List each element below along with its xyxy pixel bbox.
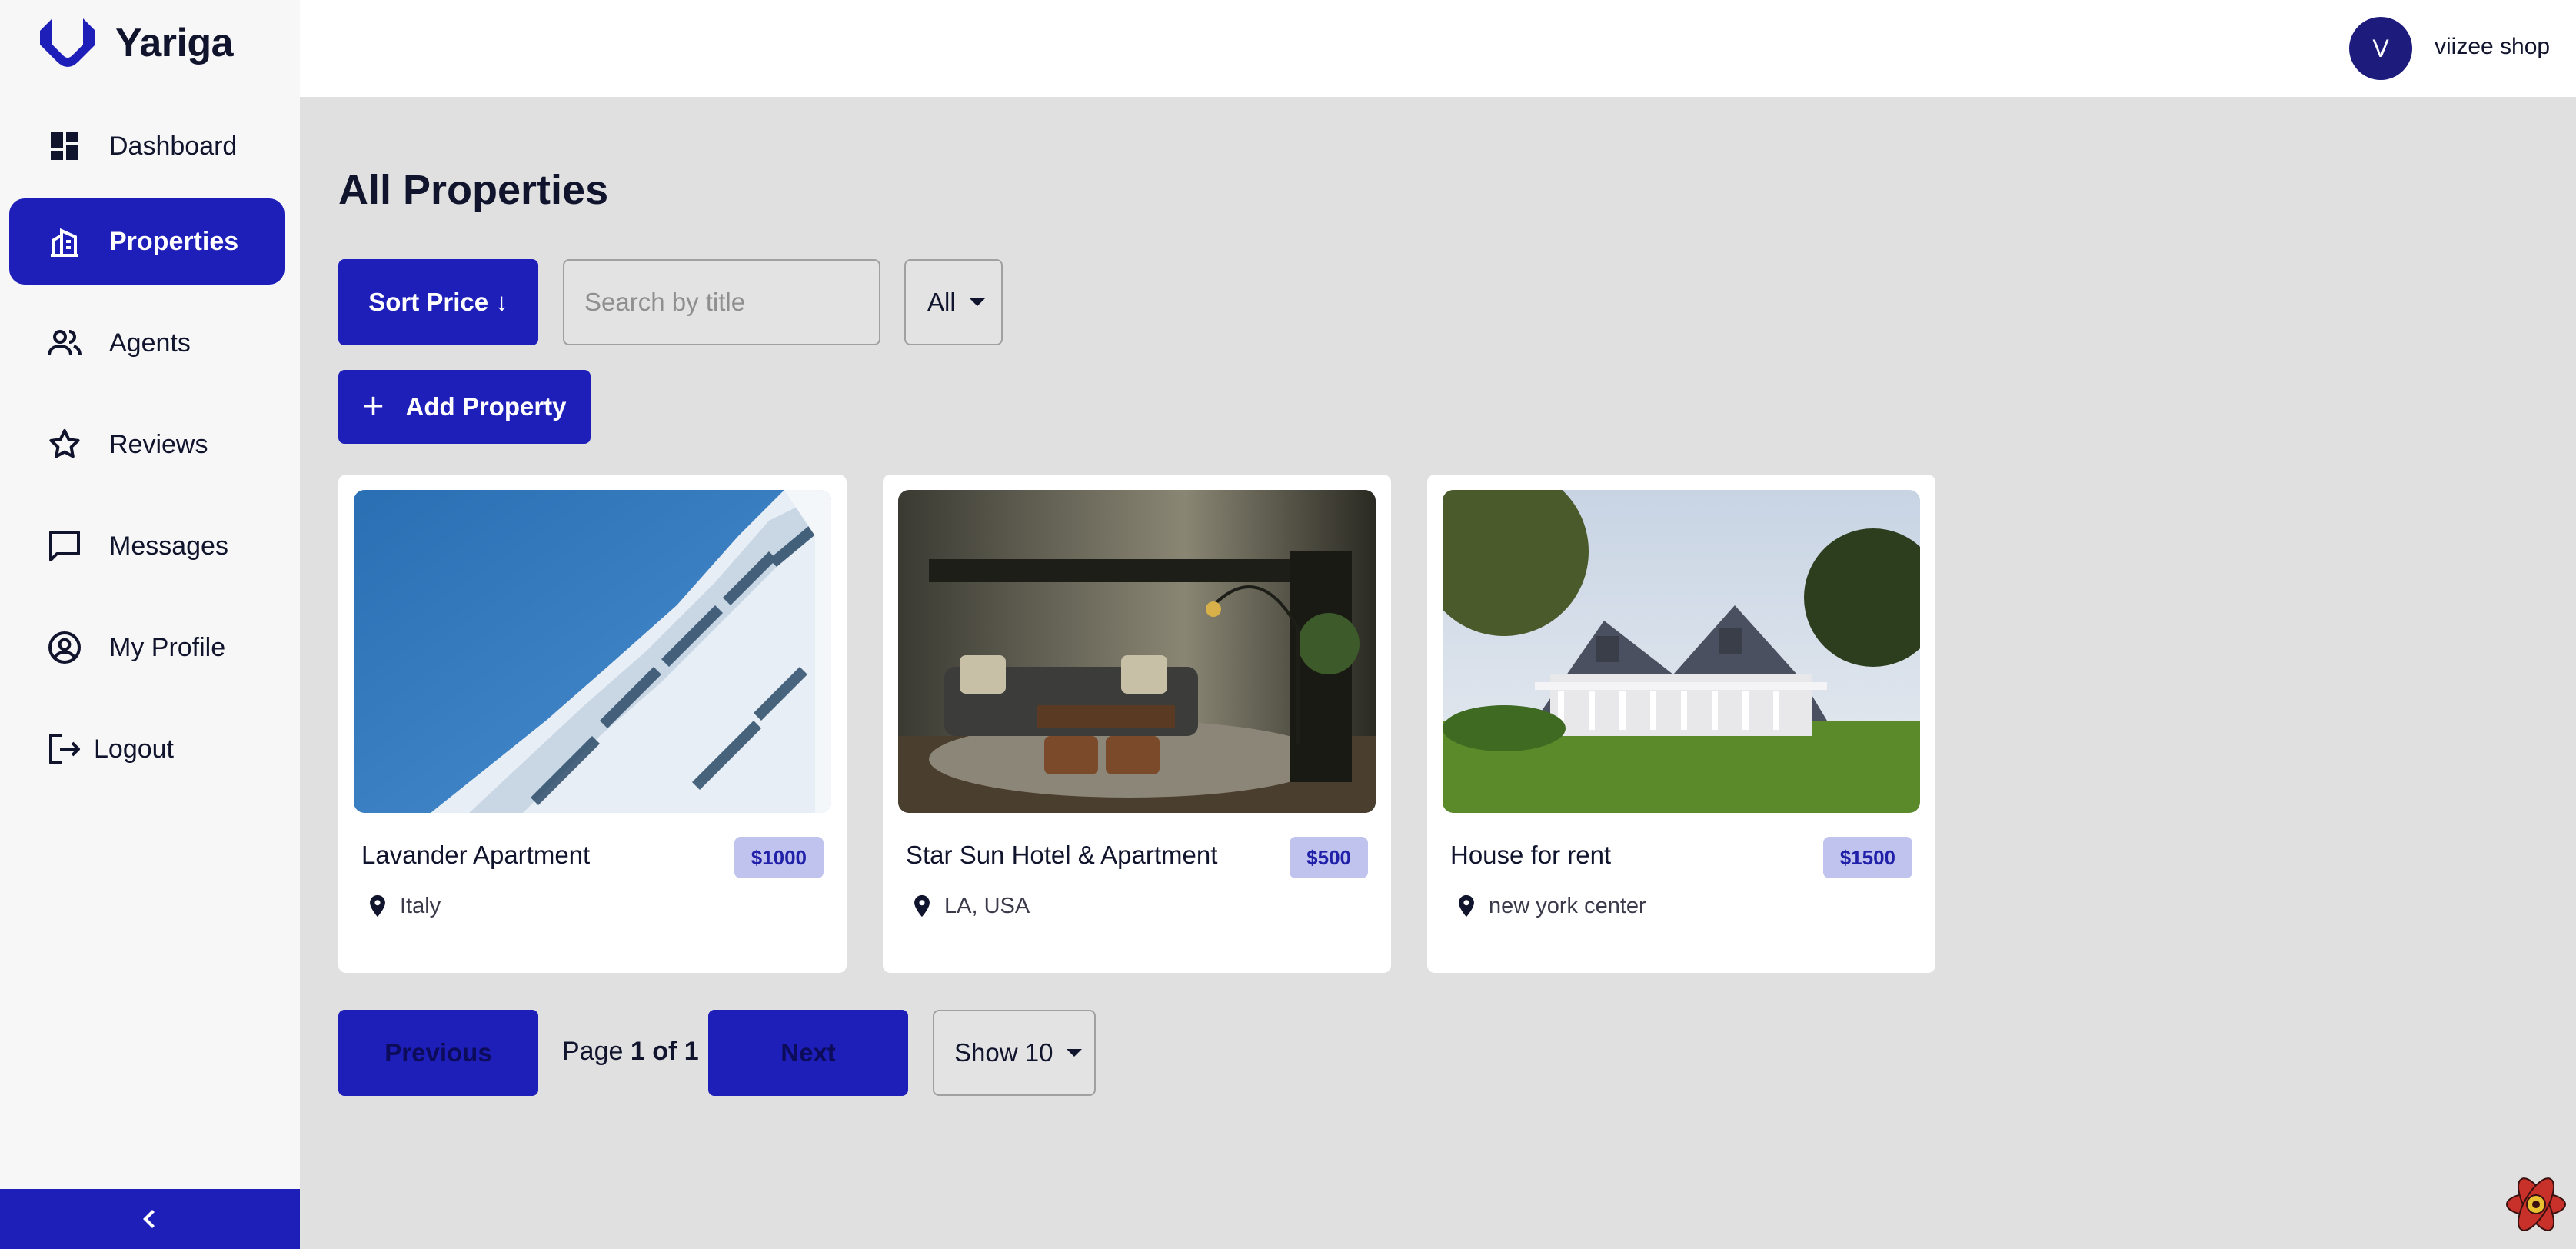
add-property-label: Add Property [405,392,567,421]
page-size-select[interactable]: Show 10 [933,1010,1096,1096]
sidebar: Yariga Dashboard Properties Agents Revie… [0,0,300,1249]
sidebar-item-dashboard[interactable]: Dashboard [9,103,285,189]
location-text: Italy [400,893,441,918]
property-image[interactable] [898,490,1376,813]
property-image[interactable] [1443,490,1920,813]
search-input[interactable] [563,259,880,345]
avatar[interactable]: V [2349,17,2412,80]
sidebar-item-logout[interactable]: Logout [9,706,285,792]
sidebar-item-label: Agents [109,328,191,358]
property-location: LA, USA [909,893,1030,919]
next-page-button[interactable]: Next [708,1010,908,1096]
property-card[interactable]: Star Sun Hotel & Apartment $500 LA, USA [883,475,1391,973]
profile-icon [42,624,88,671]
sidebar-collapse-button[interactable] [0,1189,300,1249]
property-type-select[interactable]: All [904,259,1003,345]
yariga-logo-icon [40,18,95,67]
logout-icon [42,726,88,772]
logo[interactable]: Yariga [37,12,234,74]
sidebar-item-label: Messages [109,531,228,561]
page-prefix: Page [562,1037,624,1066]
property-title: Lavander Apartment [361,841,591,869]
location-pin-icon [914,894,930,918]
sidebar-item-agents[interactable]: Agents [9,300,285,386]
sidebar-item-reviews[interactable]: Reviews [9,401,285,488]
chevron-left-icon [143,1210,155,1228]
brand-name: Yariga [115,21,234,65]
caret-down-icon [969,298,985,306]
page-value: 1 of 1 [630,1037,699,1066]
sidebar-item-properties[interactable]: Properties [9,198,285,285]
location-pin-icon [1459,894,1474,918]
page-title: All Properties [338,167,609,213]
price-badge: $500 [1290,837,1368,878]
sidebar-item-label: Reviews [109,429,208,459]
react-devtools-icon[interactable] [2504,1172,2568,1237]
add-property-button[interactable]: + Add Property [338,370,591,444]
property-location: Italy [364,893,441,919]
property-title: Star Sun Hotel & Apartment [906,841,1218,869]
sidebar-item-label: Dashboard [109,131,238,161]
location-text: LA, USA [944,893,1030,918]
star-icon [42,421,88,468]
chat-icon [42,523,88,569]
sidebar-item-my-profile[interactable]: My Profile [9,605,285,691]
property-location: new york center [1453,893,1646,919]
select-value: Show 10 [954,1038,1053,1067]
property-image[interactable] [354,490,831,813]
page-indicator: Page 1 of 1 [562,1037,699,1067]
property-card[interactable]: House for rent $1500 new york center [1427,475,1935,973]
sidebar-item-label: Logout [94,734,174,764]
select-value: All [927,288,956,316]
properties-icon [42,218,88,265]
property-card[interactable]: Lavander Apartment $1000 Italy [338,475,847,973]
sidebar-item-label: My Profile [109,632,226,662]
location-pin-icon [370,894,385,918]
price-badge: $1500 [1822,837,1912,878]
sort-price-button[interactable]: Sort Price ↓ [338,259,538,345]
location-text: new york center [1489,893,1646,918]
property-title: House for rent [1450,841,1612,869]
agents-icon [42,320,88,366]
dashboard-icon [42,123,88,169]
top-header [300,0,2576,97]
user-name: viizee shop [2435,34,2551,59]
plus-icon: + [362,386,384,427]
price-badge: $1000 [734,837,824,878]
sidebar-item-messages[interactable]: Messages [9,503,285,589]
caret-down-icon [1067,1049,1083,1057]
sidebar-item-label: Properties [109,226,239,256]
previous-page-button[interactable]: Previous [338,1010,538,1096]
